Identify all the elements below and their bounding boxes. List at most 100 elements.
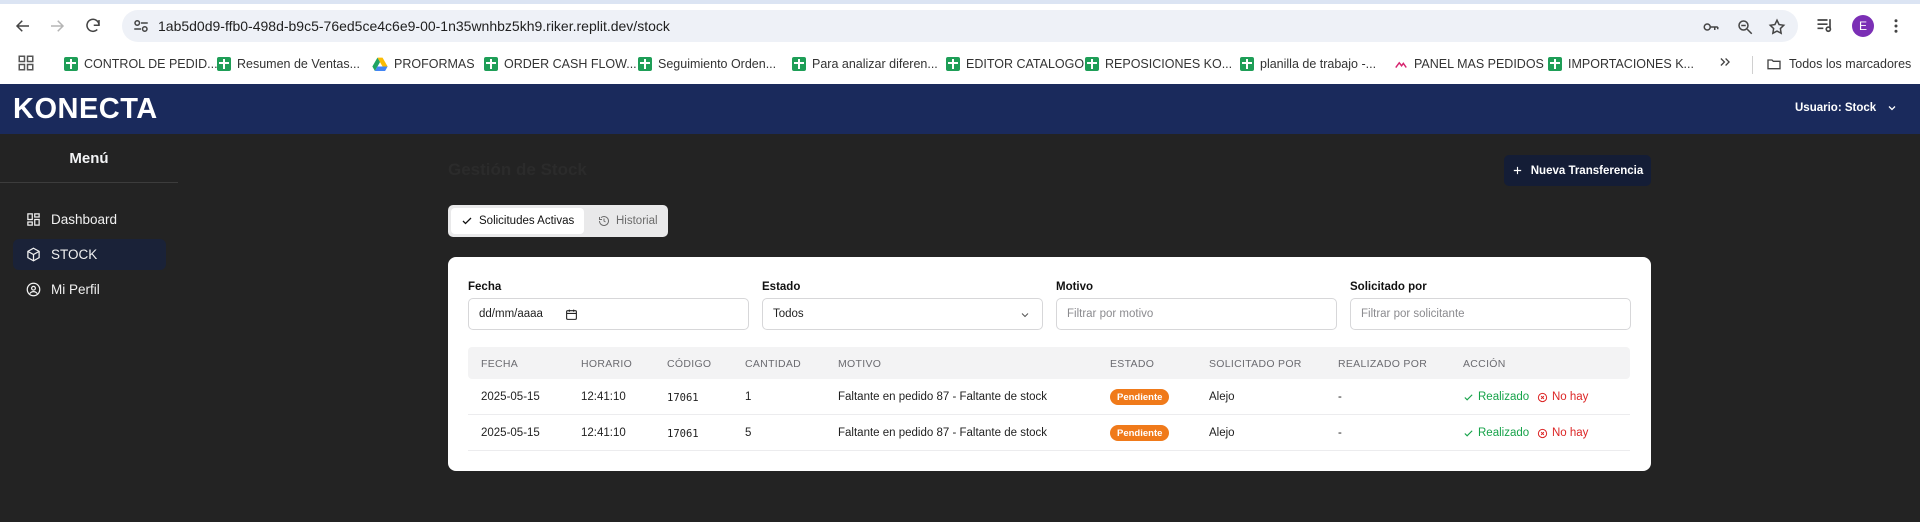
arrow-left-icon — [15, 20, 29, 32]
profile-avatar[interactable]: E — [1852, 15, 1874, 37]
cell-codigo: 17061 — [667, 392, 699, 404]
filter-motivo: Motivo Filtrar por motivo — [1056, 281, 1337, 330]
mark-unavailable-button[interactable]: No hay — [1537, 427, 1588, 439]
chevron-down-icon — [1888, 106, 1896, 111]
x-circle-icon — [1537, 428, 1548, 438]
requests-card: Fecha dd/mm/aaaa Estado Todos Motivo Fil… — [448, 257, 1651, 471]
sheets-icon — [1085, 57, 1099, 71]
site-info-icon[interactable] — [132, 17, 150, 35]
motivo-input[interactable]: Filtrar por motivo — [1056, 298, 1337, 330]
bookmark-item[interactable]: EDITOR CATALOGO — [946, 53, 1084, 75]
brand-logo[interactable]: KONECTA — [13, 93, 158, 126]
tab-strip — [0, 0, 1920, 4]
status-badge: Pendiente — [1110, 425, 1170, 441]
table-row: 2025-05-15 12:41:10 17061 1 Faltante en … — [468, 379, 1630, 415]
column-header: CÓDIGO — [667, 358, 712, 370]
column-header: HORARIO — [581, 358, 633, 370]
sidebar-item-profile[interactable]: Mi Perfil — [13, 274, 166, 305]
column-header: MOTIVO — [838, 358, 882, 370]
browser-menu-button[interactable] — [1886, 15, 1906, 37]
filter-label: Estado — [762, 281, 801, 293]
calendar-icon[interactable] — [565, 308, 578, 321]
menu-divider — [0, 182, 178, 183]
user-menu[interactable]: Usuario: Stock — [1795, 102, 1898, 114]
bookmark-item[interactable]: Seguimiento Orden... — [638, 53, 776, 75]
user-label: Usuario: Stock — [1795, 102, 1877, 114]
sheets-icon — [64, 57, 78, 71]
sheets-icon — [1240, 57, 1254, 71]
reload-icon — [86, 18, 100, 33]
app-header: KONECTA Usuario: Stock — [0, 84, 1920, 134]
tab-active-requests[interactable]: Solicitudes Activas — [451, 208, 585, 234]
sidebar-item-label: Mi Perfil — [51, 282, 100, 297]
filter-solicitado: Solicitado por Filtrar por solicitante — [1350, 281, 1631, 330]
cell-horario: 12:41:10 — [581, 427, 626, 439]
browser-chrome: 1ab5d0d9-ffb0-498d-b9c5-76ed5ce4c6e9-00-… — [0, 0, 1920, 84]
user-circle-icon — [26, 282, 41, 297]
filter-estado: Estado Todos — [762, 281, 1043, 330]
bookmark-item[interactable]: ORDER CASH FLOW... — [484, 53, 637, 75]
password-key-icon[interactable] — [1702, 18, 1720, 36]
address-bar[interactable]: 1ab5d0d9-ffb0-498d-b9c5-76ed5ce4c6e9-00-… — [122, 10, 1798, 42]
page-title: Gestión de Stock — [448, 160, 587, 179]
cell-horario: 12:41:10 — [581, 391, 626, 403]
mark-done-button[interactable]: Realizado — [1463, 391, 1529, 403]
chevron-down-icon — [1021, 313, 1029, 318]
bookmark-item[interactable]: CONTROL DE PEDID... — [64, 53, 218, 75]
bookmarks-bar: CONTROL DE PEDID... Resumen de Ventas...… — [0, 50, 1920, 84]
folder-icon — [1767, 59, 1781, 70]
estado-select[interactable]: Todos — [762, 298, 1043, 330]
cell-fecha: 2025-05-15 — [481, 427, 540, 439]
arrow-right-icon — [51, 20, 65, 32]
requests-table: FECHA HORARIO CÓDIGO CANTIDAD MOTIVO EST… — [468, 347, 1630, 451]
cell-cantidad: 5 — [745, 427, 752, 439]
double-chevron-right-icon — [1720, 58, 1730, 66]
cell-motivo: Faltante en pedido 87 - Faltante de stoc… — [838, 427, 1048, 439]
bookmark-item[interactable]: PROFORMAS — [372, 53, 475, 75]
bookmark-item[interactable]: REPOSICIONES KO... — [1085, 53, 1232, 75]
tab-history[interactable]: Historial — [588, 208, 668, 234]
filter-label: Solicitado por — [1350, 281, 1427, 293]
cell-realizado: - — [1338, 391, 1342, 403]
sidebar-item-stock[interactable]: STOCK — [13, 239, 166, 270]
cell-fecha: 2025-05-15 — [481, 391, 540, 403]
sheets-icon — [1548, 57, 1562, 71]
cell-cantidad: 1 — [745, 391, 752, 403]
bookmark-item[interactable]: Para analizar diferen... — [792, 53, 938, 75]
reload-button[interactable] — [80, 13, 106, 39]
solicitante-input[interactable]: Filtrar por solicitante — [1350, 298, 1631, 330]
check-icon — [1464, 429, 1473, 437]
table-row: 2025-05-15 12:41:10 17061 5 Faltante en … — [468, 415, 1630, 451]
more-bookmarks-button[interactable] — [1718, 55, 1732, 74]
sidebar-item-dashboard[interactable]: Dashboard — [13, 204, 166, 235]
cell-solicitado: Alejo — [1209, 391, 1235, 403]
filter-label: Fecha — [468, 281, 502, 293]
date-input[interactable]: dd/mm/aaaa — [468, 298, 749, 330]
menu-title: Menú — [69, 150, 109, 167]
x-circle-icon — [1537, 392, 1548, 402]
sheets-icon — [946, 57, 960, 71]
kebab-menu-icon — [1894, 19, 1898, 33]
mark-unavailable-button[interactable]: No hay — [1537, 391, 1588, 403]
bookmark-item[interactable]: PANEL MAS PEDIDOS — [1394, 53, 1544, 75]
url-text[interactable]: 1ab5d0d9-ffb0-498d-b9c5-76ed5ce4c6e9-00-… — [158, 18, 670, 34]
back-button[interactable] — [10, 13, 36, 39]
zoom-icon[interactable] — [1736, 18, 1754, 36]
sidebar-item-label: Dashboard — [51, 212, 118, 227]
bookmark-item[interactable]: Resumen de Ventas... — [217, 53, 360, 75]
bookmark-item[interactable]: planilla de trabajo -... — [1240, 53, 1376, 75]
bookmark-item[interactable]: IMPORTACIONES K... — [1548, 53, 1694, 75]
apps-grid-icon[interactable] — [17, 54, 35, 72]
sidebar-item-label: STOCK — [51, 247, 98, 262]
media-queue-icon[interactable] — [1815, 15, 1835, 35]
new-transfer-button[interactable]: Nueva Transferencia — [1504, 155, 1651, 186]
drive-icon — [372, 57, 388, 71]
forward-button[interactable] — [44, 13, 70, 39]
mark-done-button[interactable]: Realizado — [1463, 427, 1529, 439]
filter-fecha: Fecha dd/mm/aaaa — [468, 281, 749, 330]
filter-label: Motivo — [1056, 281, 1094, 293]
column-header: ACCIÓN — [1463, 358, 1506, 370]
sheets-icon — [484, 57, 498, 71]
star-icon[interactable] — [1768, 18, 1786, 36]
all-bookmarks-folder[interactable]: Todos los marcadores — [1766, 53, 1911, 75]
